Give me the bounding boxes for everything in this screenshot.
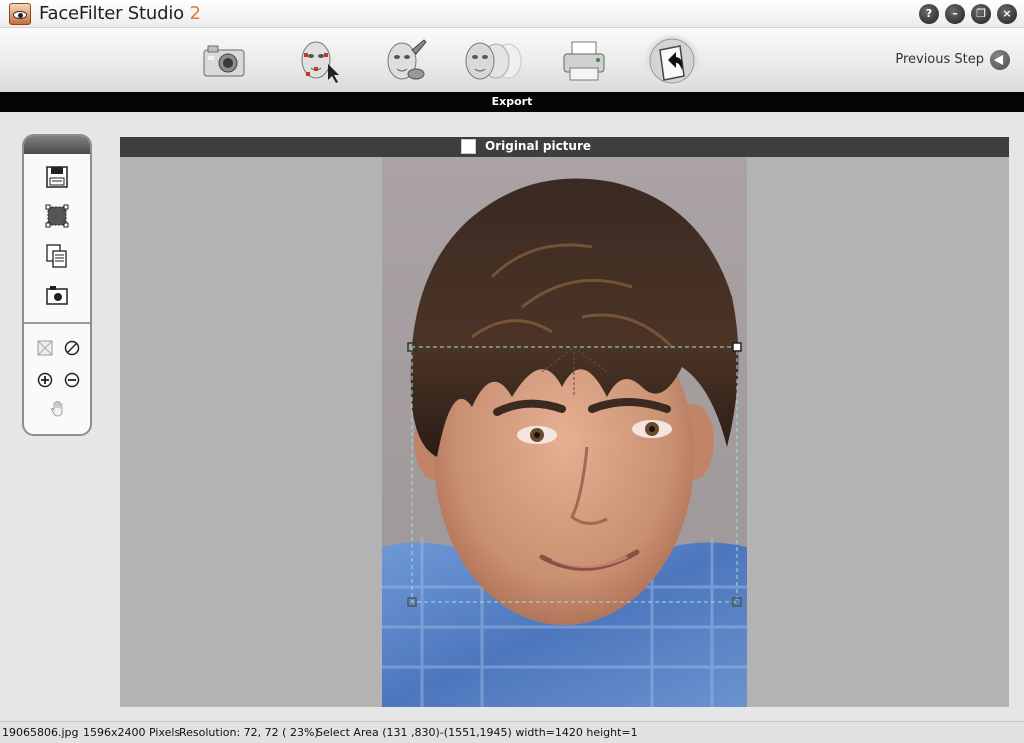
main-toolbar: Previous Step	[0, 28, 1024, 92]
toolbar-export-button[interactable]	[644, 34, 700, 88]
save-icon	[46, 166, 68, 188]
minimize-icon: –	[952, 7, 958, 20]
question-icon: ?	[925, 7, 933, 20]
faces-morph-icon	[465, 42, 522, 80]
reset-icon	[64, 340, 80, 356]
status-selection: Select Area (131 ,830)-(1551,1945) width…	[316, 726, 638, 739]
toolbar-face-markers-button[interactable]	[290, 34, 346, 88]
snapshot-button[interactable]	[44, 282, 70, 308]
status-resolution: Resolution: 72, 72 ( 23%)	[179, 726, 319, 739]
zoom-out-icon	[64, 372, 80, 388]
previous-step-button[interactable]: Previous Step	[870, 50, 1010, 70]
palette-header	[24, 136, 90, 154]
portrait-image	[382, 178, 747, 707]
step-title: Export	[0, 92, 1024, 112]
save-button[interactable]	[44, 164, 70, 190]
toolbar-face-morph-button[interactable]	[458, 34, 522, 88]
face-brush-icon	[387, 39, 427, 80]
restore-icon: ❐	[976, 7, 986, 20]
zoom-in-button[interactable]	[36, 371, 54, 389]
status-bar: 19065806.jpg 1596x2400 Pixels Resolution…	[0, 721, 1024, 743]
tool-palette	[22, 134, 92, 436]
snapshot-icon	[46, 286, 68, 305]
help-button[interactable]: ?	[919, 4, 939, 24]
portrait-photo	[382, 157, 747, 707]
panel-header: Original picture	[120, 137, 1009, 157]
fit-icon	[37, 340, 53, 356]
printer-icon	[563, 41, 605, 81]
restore-button[interactable]: ❐	[971, 4, 991, 24]
minimize-button[interactable]: –	[945, 4, 965, 24]
zoom-in-icon	[37, 372, 53, 388]
previous-step-label: Previous Step	[895, 52, 984, 67]
close-icon: ×	[1002, 7, 1012, 20]
face-markers-icon	[301, 41, 339, 83]
hand-pan-icon	[50, 401, 63, 417]
select-area-button[interactable]	[44, 203, 70, 229]
status-filename: 19065806.jpg	[2, 726, 79, 739]
zoom-out-button[interactable]	[63, 371, 81, 389]
toolbar-print-button[interactable]	[556, 34, 612, 88]
original-picture-checkbox[interactable]	[461, 139, 476, 154]
toolbar-face-edit-button[interactable]	[376, 34, 432, 88]
export-icon	[649, 38, 695, 84]
copy-icon	[46, 244, 67, 268]
palette-divider	[24, 322, 90, 324]
select-area-icon	[45, 204, 69, 228]
fit-to-window-button[interactable]	[36, 339, 54, 357]
arrow-left-icon	[990, 50, 1010, 70]
camera-icon	[203, 45, 245, 77]
reset-zoom-button[interactable]	[63, 339, 81, 357]
close-button[interactable]: ×	[997, 4, 1017, 24]
panel-title: Original picture	[485, 139, 592, 153]
picture-panel: Original picture	[120, 137, 1009, 707]
pan-button[interactable]	[49, 400, 67, 418]
copy-button[interactable]	[44, 243, 70, 269]
status-dimensions: 1596x2400 Pixels	[83, 726, 181, 739]
app-title: FaceFilter Studio 2	[39, 3, 201, 24]
toolbar-camera-button[interactable]	[196, 34, 252, 88]
app-logo-icon	[9, 3, 31, 25]
title-bar: FaceFilter Studio 2 ? – ❐ ×	[0, 0, 1024, 28]
